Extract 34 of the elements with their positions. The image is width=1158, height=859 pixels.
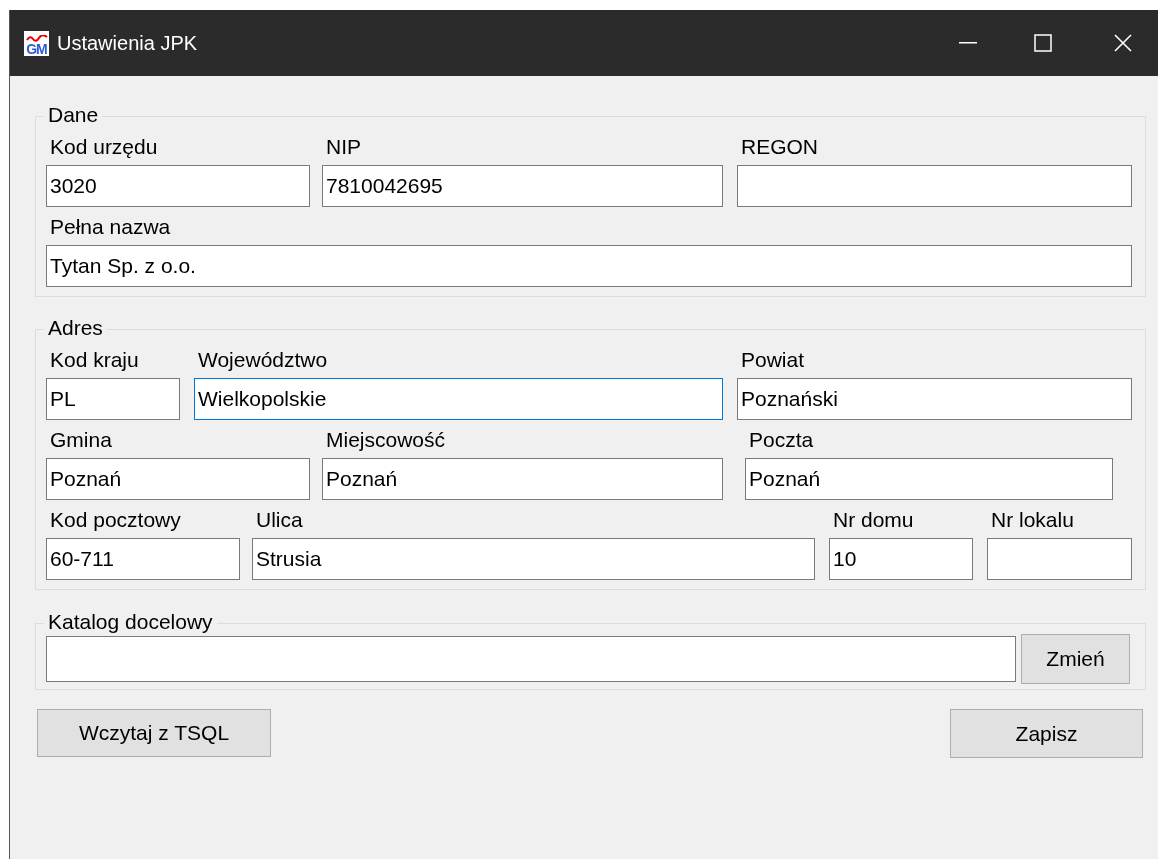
field-label: Ulica [255, 507, 304, 533]
field-label: Pełna nazwa [49, 214, 172, 240]
field-label: Powiat [740, 347, 806, 373]
text-field[interactable]: 7810042695 [322, 165, 723, 207]
field-label: Województwo [197, 347, 329, 373]
field-label: REGON [740, 134, 819, 160]
text-field[interactable]: Wielkopolskie [194, 378, 723, 420]
field-label: Kod pocztowy [49, 507, 182, 533]
change-button[interactable]: Zmień [1021, 634, 1130, 684]
field-label: Kod kraju [49, 347, 140, 373]
field-label: Nr lokalu [990, 507, 1075, 533]
field-label: NIP [325, 134, 362, 160]
save-button[interactable]: Zapisz [950, 709, 1143, 758]
text-field[interactable]: 60-711 [46, 538, 240, 580]
field-label: Nr domu [832, 507, 915, 533]
text-field[interactable] [737, 165, 1132, 207]
folder-field[interactable] [46, 636, 1016, 682]
text-field[interactable]: Poznań [46, 458, 310, 500]
app-icon: GM [24, 30, 49, 56]
text-field[interactable]: PL [46, 378, 180, 420]
text-field[interactable]: 3020 [46, 165, 310, 207]
field-label: Miejscowość [325, 427, 447, 453]
text-field[interactable]: 10 [829, 538, 973, 580]
text-field[interactable] [987, 538, 1132, 580]
text-field[interactable]: Strusia [252, 538, 815, 580]
window-title: Ustawienia JPK [57, 31, 198, 56]
text-field[interactable]: Poznań [745, 458, 1113, 500]
field-label: Poczta [748, 427, 815, 453]
text-field[interactable]: Poznański [737, 378, 1132, 420]
text-field[interactable]: Tytan Sp. z o.o. [46, 245, 1132, 287]
text-field[interactable]: Poznań [322, 458, 723, 500]
load-button[interactable]: Wczytaj z TSQL [37, 709, 271, 757]
field-label: Gmina [49, 427, 113, 453]
field-label: Kod urzędu [49, 134, 159, 160]
